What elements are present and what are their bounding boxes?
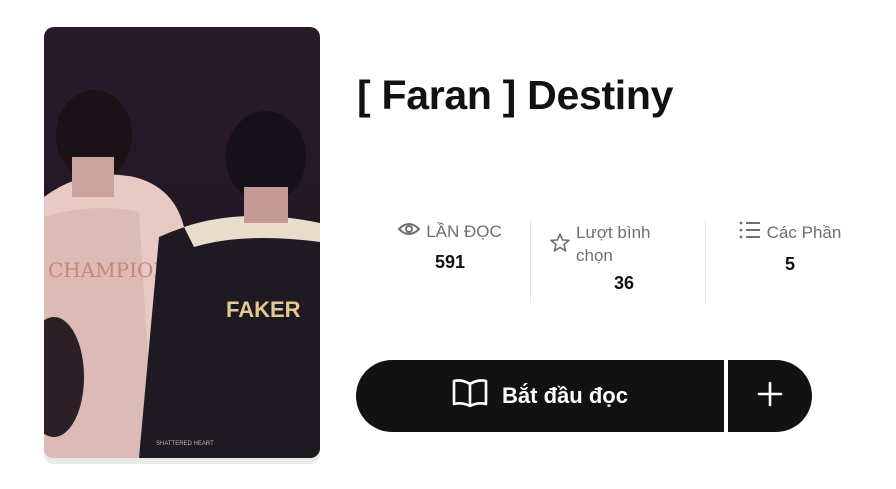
plus-icon [757,381,783,412]
start-reading-label: Bắt đầu đọc [502,383,628,408]
stat-votes-label: Lượt bình chọn [576,221,651,267]
stat-votes-label-line2: chọn [576,246,613,265]
stat-votes-label-line1: Lượt bình [576,223,651,242]
stat-votes: Lượt bình chọn 36 [550,221,680,303]
stat-reads-label: LẦN ĐỌC [426,221,502,241]
stat-parts: Các Phần 5 [730,221,850,303]
stat-divider [705,221,706,303]
list-icon [739,221,761,244]
stat-votes-head: Lượt bình chọn [550,221,651,267]
add-to-library-button[interactable] [728,360,812,432]
story-cover[interactable]: CHAMPIONS FAKER SHATTERED HEART [44,27,320,464]
star-icon [550,233,570,257]
cover-illustration: CHAMPIONS FAKER SHATTERED HEART [44,27,320,458]
cover-jersey-text: FAKER [226,297,301,322]
cover-image: CHAMPIONS FAKER SHATTERED HEART [44,27,320,458]
eye-icon [397,221,421,242]
story-title: [ Faran ] Destiny [357,72,674,118]
stat-reads: LẦN ĐỌC 591 [380,221,520,303]
stat-divider [530,221,531,303]
start-reading-button[interactable]: Bắt đầu đọc [356,360,724,432]
stat-votes-value: 36 [613,273,635,293]
stat-parts-head: Các Phần [739,221,842,244]
cover-footer-text: SHATTERED HEART [156,441,214,447]
stat-parts-value: 5 [784,254,795,274]
stat-reads-head: LẦN ĐỌC [397,221,502,242]
story-stats: LẦN ĐỌC 591 Lượt bình chọn 36 Các Phần 5 [360,221,870,303]
stat-parts-label: Các Phần [766,222,842,242]
stat-reads-value: 591 [434,252,466,272]
open-book-icon [452,378,488,414]
